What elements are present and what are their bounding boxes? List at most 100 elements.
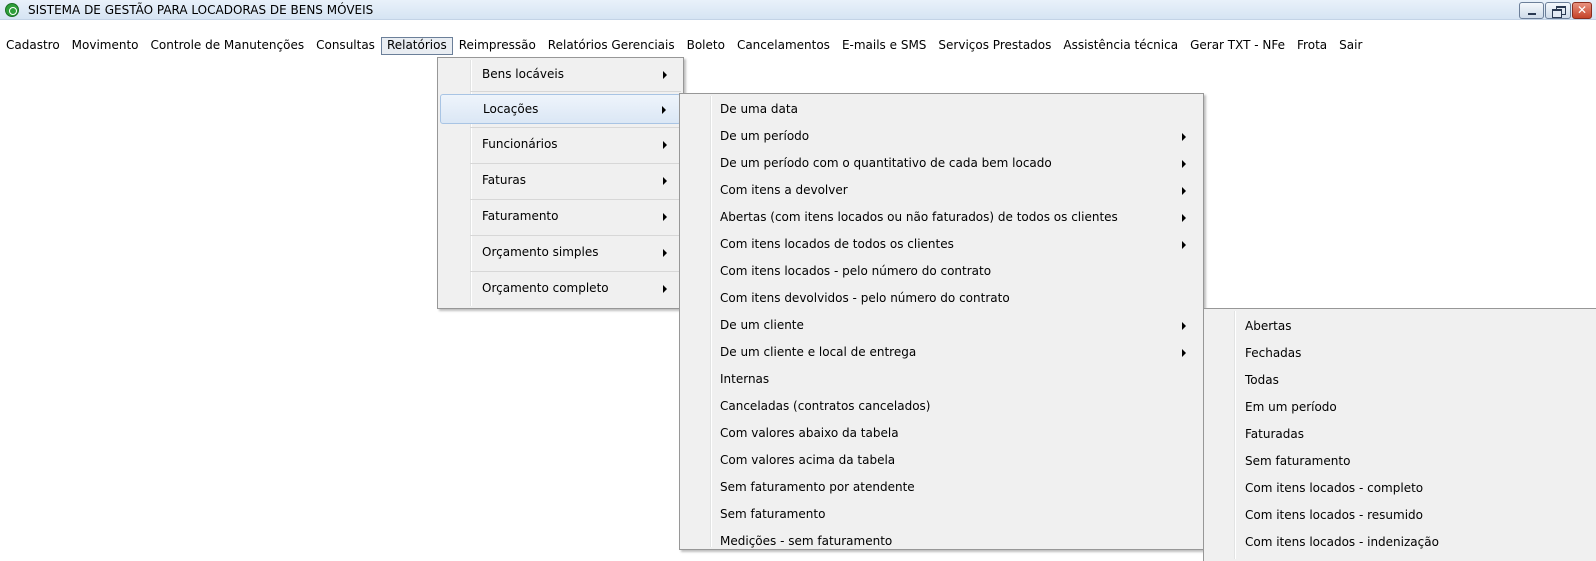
restore-button[interactable]: [1545, 2, 1571, 19]
menu-item-label: Sem faturamento por atendente: [720, 480, 915, 494]
menu-item-label: Faturas: [482, 173, 527, 187]
menu-item-label: Internas: [720, 372, 770, 386]
menu-item-faturas[interactable]: Faturas: [440, 166, 681, 196]
relatorios-dropdown: Bens locáveis Locações Funcionários Fatu…: [437, 57, 684, 309]
menu-movimento[interactable]: Movimento: [66, 37, 145, 55]
menu-item-itens-locados-contrato[interactable]: Com itens locados - pelo número do contr…: [682, 258, 1201, 284]
menu-item-faturadas[interactable]: Faturadas: [1206, 421, 1594, 447]
menu-item-sem-faturamento[interactable]: Sem faturamento: [682, 501, 1201, 527]
menu-consultas[interactable]: Consultas: [310, 37, 381, 55]
submenu-arrow-icon: [663, 141, 667, 149]
menu-item-todas[interactable]: Todas: [1206, 367, 1594, 393]
menu-item-label: Locações: [483, 102, 539, 116]
menu-gerar-txt-nfe[interactable]: Gerar TXT - NFe: [1184, 37, 1291, 55]
menu-boleto[interactable]: Boleto: [681, 37, 731, 55]
menu-item-label: De um cliente: [720, 318, 804, 332]
title-bar: SISTEMA DE GESTÃO PARA LOCADORAS DE BENS…: [0, 0, 1596, 20]
menu-item-cliente-local-entrega[interactable]: De um cliente e local de entrega: [682, 339, 1201, 365]
menu-item-label: Sem faturamento: [720, 507, 826, 521]
submenu-arrow-icon: [663, 177, 667, 185]
menu-item-valores-acima-tabela[interactable]: Com valores acima da tabela: [682, 447, 1201, 473]
menu-item-abertas-todos-clientes[interactable]: Abertas (com itens locados ou não fatura…: [682, 204, 1201, 230]
submenu-arrow-icon: [1182, 133, 1186, 141]
window-title: SISTEMA DE GESTÃO PARA LOCADORAS DE BENS…: [28, 3, 374, 17]
menu-relatorios[interactable]: Relatórios: [380, 37, 453, 55]
locacoes-submenu: De uma data De um período De um período …: [679, 93, 1204, 550]
menu-sair[interactable]: Sair: [1333, 37, 1368, 55]
close-button[interactable]: [1572, 2, 1592, 19]
menu-item-label: Orçamento simples: [482, 245, 599, 259]
menu-item-sem-faturamento-cliente[interactable]: Sem faturamento: [1206, 448, 1594, 474]
menu-item-valores-abaixo-tabela[interactable]: Com valores abaixo da tabela: [682, 420, 1201, 446]
menu-item-itens-devolvidos-contrato[interactable]: Com itens devolvidos - pelo número do co…: [682, 285, 1201, 311]
menu-item-label: Com itens locados - pelo número do contr…: [720, 264, 992, 278]
menu-item-label: Com itens a devolver: [720, 183, 848, 197]
menu-item-label: Abertas: [1245, 319, 1292, 333]
menu-item-orcamento-completo[interactable]: Orçamento completo: [440, 274, 681, 304]
menu-bar: Cadastro Movimento Controle de Manutençõ…: [0, 20, 1596, 56]
menu-item-label: Com itens locados - completo: [1245, 481, 1424, 495]
submenu-arrow-icon: [663, 285, 667, 293]
minimize-button[interactable]: [1519, 2, 1544, 19]
menu-item-label: Todas: [1245, 373, 1279, 387]
menu-cancelamentos[interactable]: Cancelamentos: [731, 37, 836, 55]
menu-item-em-um-periodo[interactable]: Em um período: [1206, 394, 1594, 420]
menu-frota[interactable]: Frota: [1291, 37, 1333, 55]
menu-item-de-uma-data[interactable]: De uma data: [682, 96, 1201, 122]
menu-bar-row: Cadastro Movimento Controle de Manutençõ…: [0, 37, 1368, 55]
menu-item-locacoes[interactable]: Locações: [440, 94, 681, 124]
menu-item-label: Com itens devolvidos - pelo número do co…: [720, 291, 1010, 305]
menu-item-label: Medições - sem faturamento: [720, 534, 893, 548]
menu-separator: [470, 163, 681, 164]
menu-item-de-um-cliente[interactable]: De um cliente: [682, 312, 1201, 338]
menu-item-itens-locados-indenizacao[interactable]: Com itens locados - indenização: [1206, 529, 1594, 555]
menu-item-fechadas[interactable]: Fechadas: [1206, 340, 1594, 366]
menu-item-label: Com itens locados de todos os clientes: [720, 237, 954, 251]
app-logo-icon: [5, 3, 19, 17]
menu-item-label: Funcionários: [482, 137, 558, 151]
menu-item-orcamento-simples[interactable]: Orçamento simples: [440, 238, 681, 268]
menu-item-label: Bens locáveis: [482, 67, 564, 81]
submenu-arrow-icon: [663, 213, 667, 221]
submenu-arrow-icon: [1182, 349, 1186, 357]
menu-reimpressao[interactable]: Reimpressão: [453, 37, 542, 55]
menu-assistencia-tecnica[interactable]: Assistência técnica: [1057, 37, 1184, 55]
menu-item-itens-locados-completo[interactable]: Com itens locados - completo: [1206, 475, 1594, 501]
menu-item-label: Com valores abaixo da tabela: [720, 426, 899, 440]
menu-item-label: Em um período: [1245, 400, 1337, 414]
menu-item-funcionarios[interactable]: Funcionários: [440, 130, 681, 160]
menu-item-itens-locados-resumido[interactable]: Com itens locados - resumido: [1206, 502, 1594, 528]
menu-item-de-um-periodo[interactable]: De um período: [682, 123, 1201, 149]
submenu-arrow-icon: [663, 71, 667, 79]
menu-item-itens-locados-todos-clientes[interactable]: Com itens locados de todos os clientes: [682, 231, 1201, 257]
menu-item-label: Abertas (com itens locados ou não fatura…: [720, 210, 1118, 224]
menu-separator: [470, 199, 681, 200]
menu-item-com-itens-a-devolver[interactable]: Com itens a devolver: [682, 177, 1201, 203]
cliente-submenu: Abertas Fechadas Todas Em um período Fat…: [1203, 308, 1596, 561]
menu-item-sem-faturamento-atendente[interactable]: Sem faturamento por atendente: [682, 474, 1201, 500]
menu-item-internas[interactable]: Internas: [682, 366, 1201, 392]
menu-item-periodo-quantitativo[interactable]: De um período com o quantitativo de cada…: [682, 150, 1201, 176]
menu-emails-sms[interactable]: E-mails e SMS: [836, 37, 932, 55]
menu-item-medicoes-sem-faturamento[interactable]: Medições - sem faturamento: [682, 528, 1201, 554]
menu-controle-manutencoes[interactable]: Controle de Manutenções: [145, 37, 311, 55]
submenu-arrow-icon: [1182, 241, 1186, 249]
menu-servicos-prestados[interactable]: Serviços Prestados: [932, 37, 1057, 55]
menu-separator: [470, 235, 681, 236]
menu-item-label: Canceladas (contratos cancelados): [720, 399, 931, 413]
menu-item-label: Fechadas: [1245, 346, 1302, 360]
menu-separator: [470, 127, 681, 128]
menu-relatorios-gerenciais[interactable]: Relatórios Gerenciais: [542, 37, 681, 55]
menu-item-label: De uma data: [720, 102, 798, 116]
menu-separator: [470, 91, 681, 92]
menu-item-label: De um período com o quantitativo de cada…: [720, 156, 1052, 170]
menu-separator: [470, 271, 681, 272]
menu-item-label: Com itens locados - resumido: [1245, 508, 1424, 522]
menu-item-label: De um período: [720, 129, 810, 143]
menu-item-faturamento[interactable]: Faturamento: [440, 202, 681, 232]
menu-item-canceladas[interactable]: Canceladas (contratos cancelados): [682, 393, 1201, 419]
menu-item-label: Sem faturamento: [1245, 454, 1351, 468]
menu-cadastro[interactable]: Cadastro: [0, 37, 66, 55]
menu-item-bens-locaveis[interactable]: Bens locáveis: [440, 60, 681, 90]
menu-item-abertas[interactable]: Abertas: [1206, 313, 1594, 339]
